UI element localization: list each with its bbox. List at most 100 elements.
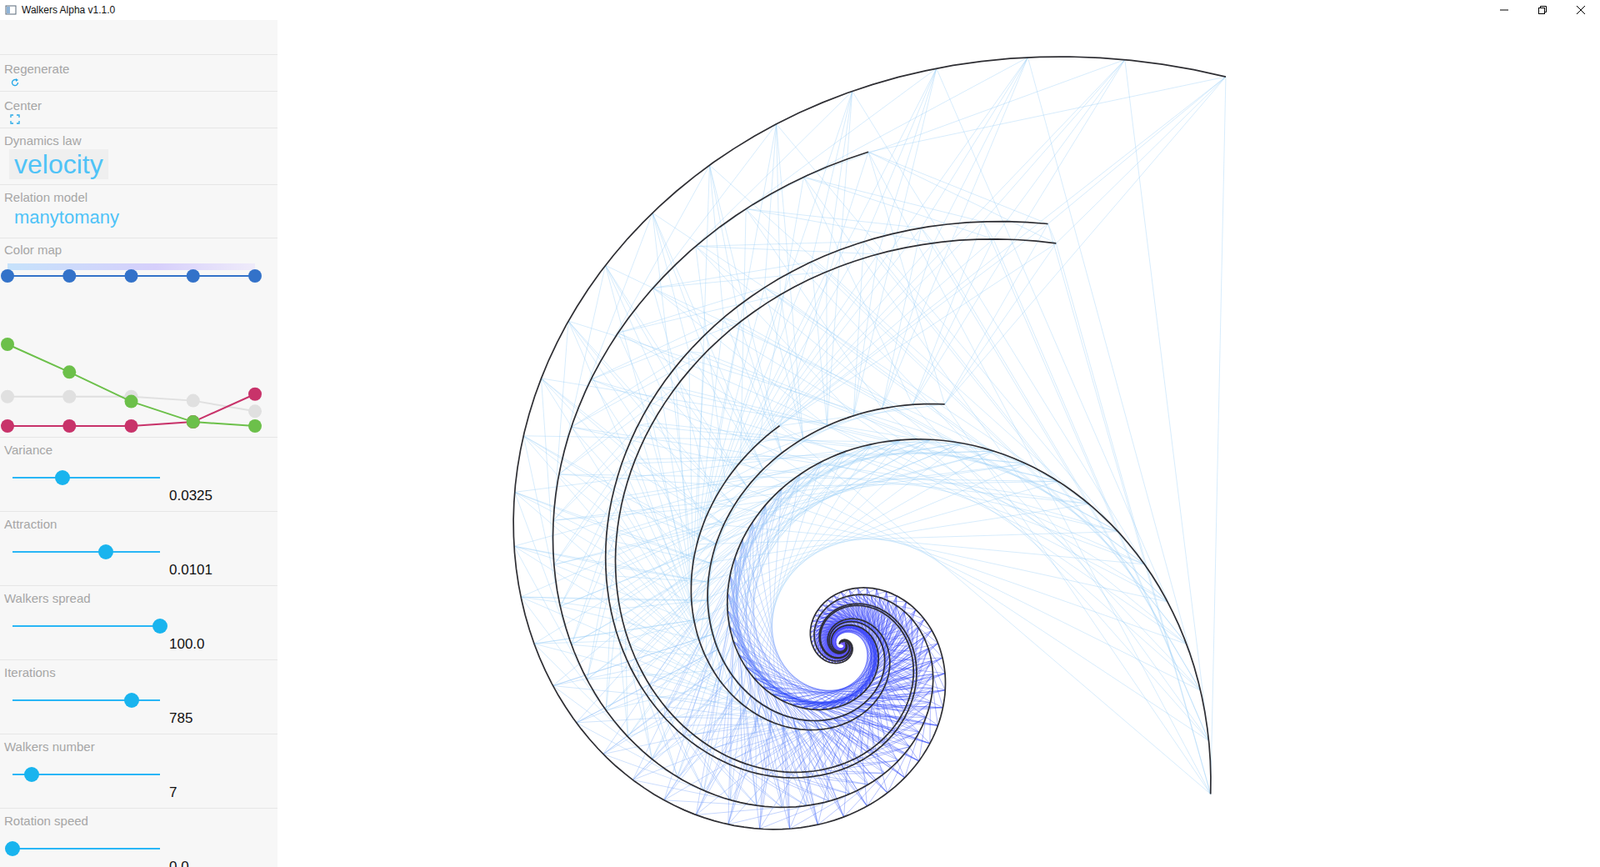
window-title: Walkers Alpha v1.1.0: [21, 4, 115, 16]
channel-point[interactable]: [248, 404, 262, 418]
relation-line: [571, 644, 706, 656]
slider-row: Iterations785: [0, 660, 278, 735]
channel-line: [7, 344, 255, 426]
relation-line: [863, 588, 877, 595]
minimize-button[interactable]: [1485, 0, 1524, 20]
slider-thumb[interactable]: [24, 766, 40, 782]
close-icon: [1576, 5, 1585, 15]
channel-point[interactable]: [186, 394, 200, 408]
relation-line: [880, 693, 930, 703]
drawing-canvas[interactable]: [277, 20, 1600, 867]
slider-row: Walkers spread 100.0: [0, 585, 278, 660]
center-icon[interactable]: [10, 114, 20, 125]
channel-point[interactable]: [125, 395, 139, 409]
relation-line: [730, 723, 777, 800]
relation-line: [760, 729, 823, 829]
relation-line: [553, 425, 638, 520]
select-value[interactable]: manytomany: [9, 205, 125, 230]
color-stop[interactable]: [62, 269, 76, 283]
action-row[interactable]: Center: [0, 91, 278, 129]
channel-point[interactable]: [248, 419, 262, 433]
app-window: Walkers Alpha v1.1.0RegenerateCenterDyna…: [0, 0, 1600, 867]
relation-line: [540, 378, 554, 565]
relation-line: [884, 686, 933, 689]
relation-line: [682, 723, 777, 725]
channel-point[interactable]: [125, 419, 139, 433]
color-stop[interactable]: [0, 269, 15, 283]
relation-line: [730, 575, 830, 800]
select-value[interactable]: velocity: [9, 149, 109, 180]
relation-line: [742, 730, 812, 763]
slider-row: Variance0.0325: [0, 437, 278, 512]
channel-point[interactable]: [248, 387, 262, 401]
slider-thumb[interactable]: [152, 618, 168, 634]
channel-point[interactable]: [62, 419, 76, 433]
color-stop[interactable]: [125, 269, 139, 283]
slider-value: 0.0101: [169, 561, 274, 579]
window-controls: [1485, 0, 1600, 20]
relation-line: [553, 685, 653, 760]
slider[interactable]: [12, 766, 160, 782]
action-label: Regenerate: [4, 61, 274, 76]
slider[interactable]: [12, 692, 160, 708]
relation-line: [871, 705, 874, 752]
relation-line: [638, 422, 654, 425]
relation-line: [760, 768, 764, 829]
relation-line: [560, 605, 700, 640]
relation-line: [905, 731, 920, 778]
slider-label: Walkers spread: [4, 590, 274, 605]
channel-point[interactable]: [186, 415, 200, 429]
action-label: Center: [4, 98, 274, 113]
refresh-icon[interactable]: [10, 77, 20, 88]
panel-header: [0, 20, 278, 55]
relation-line: [523, 435, 716, 545]
relation-lines: [514, 57, 1226, 829]
relation-line: [649, 684, 678, 777]
slider-row: Walkers number7: [0, 734, 278, 809]
relation-line: [553, 669, 632, 686]
channel-point[interactable]: [62, 390, 76, 404]
select-row: Relation modelmanytomany: [0, 185, 278, 239]
channel-point[interactable]: [62, 365, 76, 379]
color-stop[interactable]: [186, 269, 200, 283]
slider-thumb[interactable]: [5, 840, 20, 856]
slider-track: [12, 847, 160, 850]
color-stop[interactable]: [248, 269, 262, 283]
relation-line: [699, 443, 962, 640]
relation-line: [929, 702, 931, 744]
channel-point[interactable]: [186, 415, 200, 429]
relation-line: [866, 760, 899, 806]
walkers-drawing: [277, 20, 1600, 867]
relation-line: [932, 687, 938, 725]
slider-track: [12, 550, 160, 553]
restore-button[interactable]: [1523, 0, 1562, 20]
relation-line: [605, 566, 615, 575]
relation-line: [553, 320, 569, 520]
channel-point[interactable]: [0, 419, 15, 433]
relation-line: [822, 729, 830, 801]
slider[interactable]: [12, 470, 160, 485]
slider-thumb[interactable]: [124, 692, 140, 708]
relation-line: [841, 724, 869, 785]
relation-line: [817, 784, 868, 825]
slider[interactable]: [12, 544, 160, 560]
relation-line: [919, 716, 926, 760]
channel-point[interactable]: [0, 390, 15, 404]
app-icon: [5, 4, 17, 16]
channel-point[interactable]: [0, 337, 15, 351]
slider-track: [12, 476, 160, 479]
close-button[interactable]: [1561, 0, 1600, 20]
slider[interactable]: [12, 840, 160, 856]
slider-thumb[interactable]: [98, 544, 114, 560]
action-row[interactable]: Regenerate: [0, 55, 278, 92]
slider-thumb[interactable]: [55, 470, 70, 485]
slider-value: 100.0: [169, 635, 274, 653]
slider-row: Attraction0.0101: [0, 511, 278, 586]
slider-label: Rotation speed: [4, 813, 274, 828]
color-map-editor[interactable]: [0, 256, 267, 435]
relation-line: [781, 729, 800, 807]
slider-label: Iterations: [4, 665, 274, 680]
relation-line: [540, 378, 695, 623]
slider[interactable]: [12, 618, 160, 634]
relation-line: [701, 727, 790, 741]
